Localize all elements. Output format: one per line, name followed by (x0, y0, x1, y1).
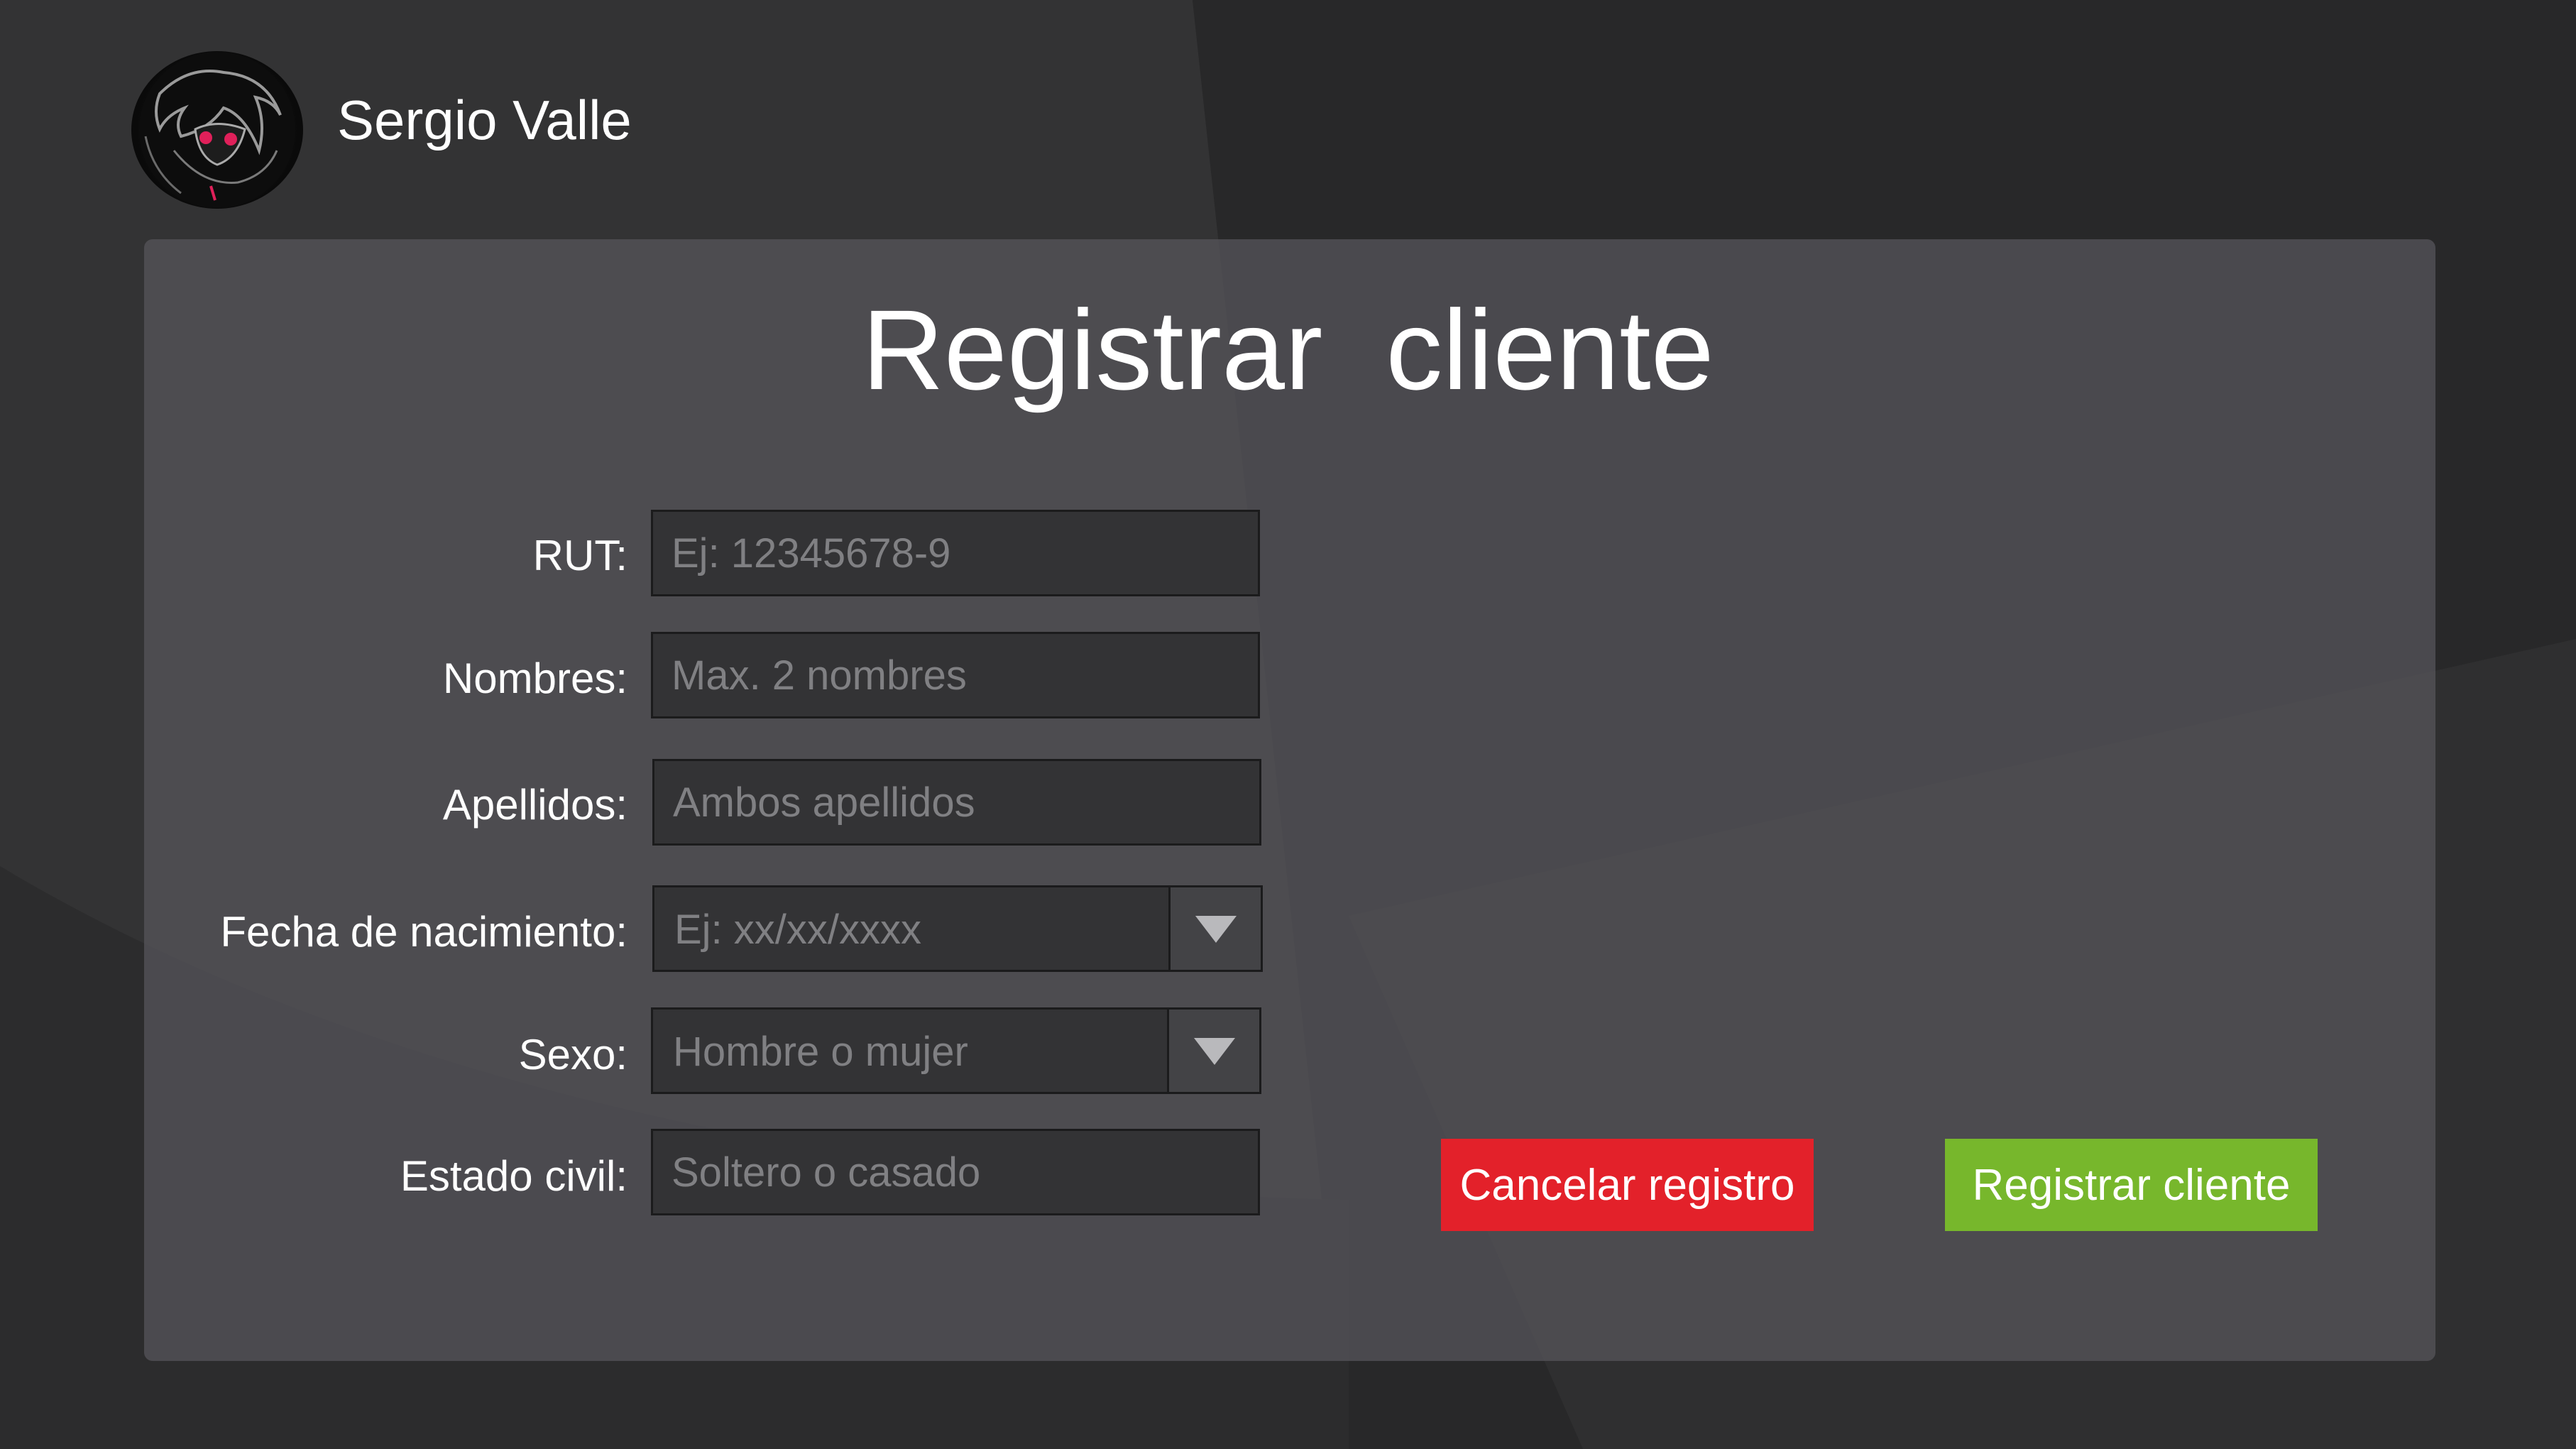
register-client-button[interactable]: Registrar cliente (1945, 1139, 2318, 1231)
rut-input[interactable] (651, 510, 1260, 596)
estado-civil-input[interactable] (651, 1129, 1260, 1215)
sexo-select[interactable]: Hombre o mujer (651, 1007, 1261, 1094)
fecha-nacimiento-select[interactable]: Ej: xx/xx/xxxx (652, 885, 1263, 972)
fecha-nacimiento-placeholder: Ej: xx/xx/xxxx (674, 907, 922, 953)
cancel-registration-button[interactable]: Cancelar registro (1441, 1139, 1814, 1231)
sexo-dropdown-button[interactable] (1167, 1010, 1259, 1092)
apellidos-label: Apellidos: (442, 781, 627, 829)
rut-label: RUT: (532, 532, 627, 579)
nombres-label: Nombres: (442, 655, 627, 702)
apellidos-input[interactable] (652, 759, 1261, 846)
user-avatar[interactable] (131, 51, 303, 209)
fecha-nacimiento-label: Fecha de nacimiento: (220, 908, 627, 956)
chevron-down-icon (1194, 1038, 1235, 1065)
anime-avatar-icon (139, 52, 295, 208)
chevron-down-icon (1195, 916, 1237, 943)
user-name: Sergio Valle (337, 89, 632, 151)
sexo-placeholder: Hombre o mujer (673, 1029, 968, 1075)
fecha-dropdown-button[interactable] (1168, 887, 1261, 970)
page-title: Registrar cliente (862, 286, 1714, 413)
nombres-input[interactable] (651, 632, 1260, 718)
estado-civil-label: Estado civil: (400, 1152, 627, 1200)
sexo-label: Sexo: (518, 1031, 627, 1078)
